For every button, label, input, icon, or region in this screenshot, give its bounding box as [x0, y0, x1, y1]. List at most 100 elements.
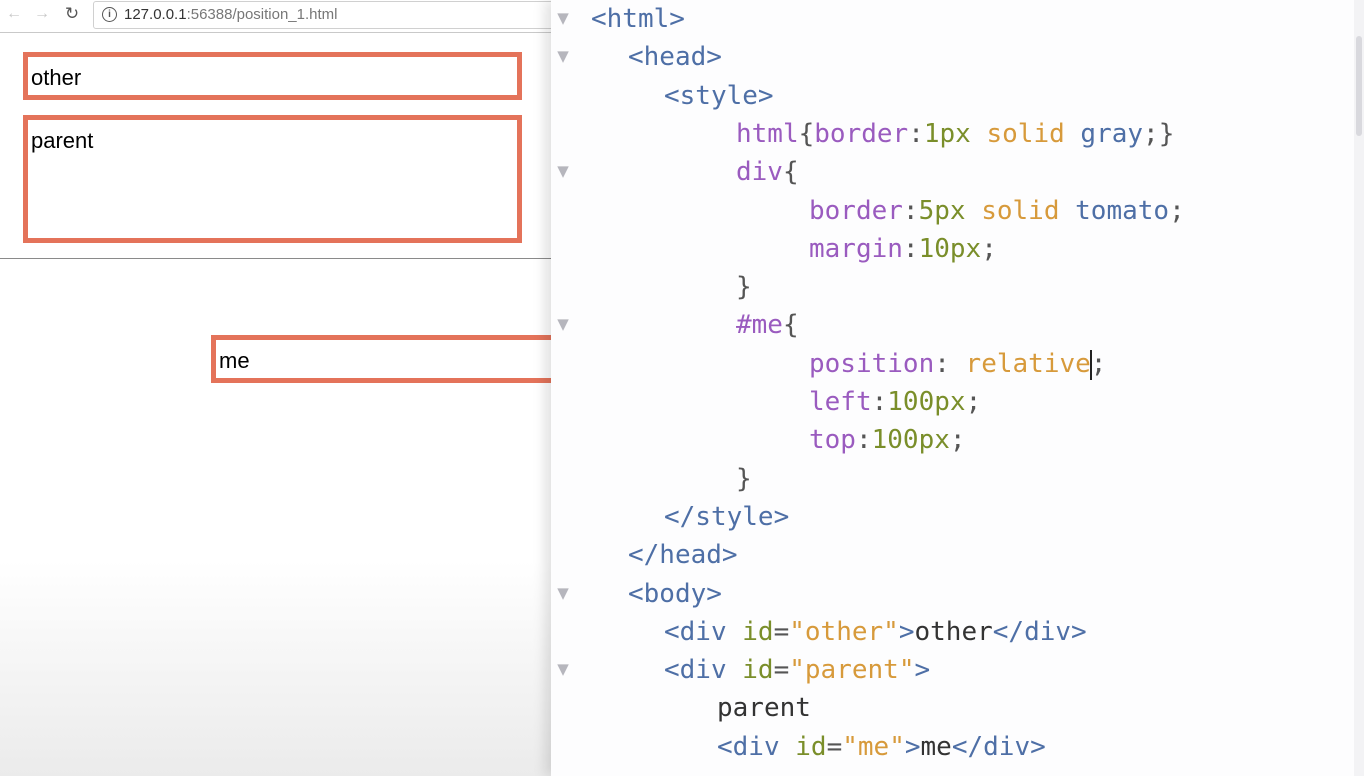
code-token: :: [902, 196, 919, 226]
fold-arrow-icon[interactable]: ▼: [554, 584, 572, 602]
code-token: div: [736, 157, 783, 187]
reload-icon[interactable]: ↻: [62, 4, 82, 24]
code-line[interactable]: }: [736, 460, 1364, 498]
editor-scrollbar[interactable]: [1354, 0, 1364, 776]
code-token: html: [736, 119, 799, 149]
code-token: ;: [981, 234, 997, 264]
code-token: =: [773, 617, 790, 647]
code-token: }: [736, 464, 752, 494]
code-token: tomato: [1075, 196, 1170, 226]
code-token: position: [809, 349, 935, 379]
code-token: >: [914, 655, 931, 685]
code-token: id: [742, 655, 774, 685]
code-line[interactable]: border:5px solid tomato;: [809, 192, 1364, 230]
code-token: parent: [717, 693, 811, 723]
code-line[interactable]: <style>: [664, 77, 1364, 115]
code-token: id: [795, 732, 827, 762]
code-token: relative: [965, 349, 1091, 379]
fold-arrow-icon[interactable]: ▼: [554, 9, 572, 27]
address-bar[interactable]: i 127.0.0.1:56388/position_1.html: [93, 1, 551, 29]
code-token: left: [809, 387, 872, 417]
code-line[interactable]: parent: [717, 689, 1364, 727]
code-token: :: [934, 349, 966, 379]
site-info-icon[interactable]: i: [102, 7, 117, 22]
code-line[interactable]: margin:10px;: [809, 230, 1364, 268]
code-token: ;: [1090, 349, 1107, 379]
code-token: <style>: [664, 81, 774, 111]
parent-div: parent: [23, 115, 522, 243]
code-token: me: [920, 732, 952, 762]
forward-arrow-icon[interactable]: →: [32, 4, 52, 24]
code-token: >: [904, 732, 921, 762]
code-token: :: [871, 387, 888, 417]
url-host: 127.0.0.1: [124, 6, 187, 23]
code-token: <div: [664, 655, 743, 685]
code-token: <head>: [628, 42, 722, 72]
me-div: me: [211, 335, 551, 383]
code-line[interactable]: html{border:1px solid gray;}: [736, 115, 1364, 153]
code-token: ;: [949, 425, 966, 455]
code-line[interactable]: <body>: [628, 575, 1364, 613]
code-token: 1px: [923, 119, 971, 149]
code-token: top: [809, 425, 856, 455]
code-token: "me": [842, 732, 905, 762]
code-token: {: [798, 119, 815, 149]
code-token: =: [773, 655, 790, 685]
code-token: other: [914, 617, 993, 647]
code-line[interactable]: position: relative;: [809, 345, 1364, 383]
code-editor[interactable]: ▼ <html> ▼ <head> <style> html{border:1px sol…: [551, 0, 1364, 776]
code-line[interactable]: </head>: [628, 536, 1364, 574]
code-line[interactable]: div{: [736, 153, 1364, 191]
code-token: </style>: [664, 502, 790, 532]
fold-arrow-icon[interactable]: ▼: [554, 162, 572, 180]
parent-div-label: parent: [31, 128, 94, 153]
code-token: 5px: [918, 196, 966, 226]
code-token: =: [826, 732, 843, 762]
code-line[interactable]: <div id="parent">: [664, 651, 1364, 689]
code-token: id: [742, 617, 774, 647]
code-token: solid: [981, 196, 1060, 226]
editor-scrollbar-thumb[interactable]: [1356, 36, 1362, 136]
code-token: 100px: [871, 425, 950, 455]
code-token: 100px: [887, 387, 966, 417]
code-token: border: [814, 119, 909, 149]
code-token: <html>: [591, 4, 685, 34]
code-line[interactable]: top:100px;: [809, 421, 1364, 459]
browser-window: ← → ↻ i 127.0.0.1:56388/position_1.html …: [0, 0, 551, 776]
url-path: :56388/position_1.html: [186, 6, 338, 23]
code-token: #me: [736, 310, 783, 340]
code-token: <body>: [628, 579, 722, 609]
code-token: :: [902, 234, 919, 264]
code-token: {: [782, 310, 799, 340]
code-token: ;}: [1143, 119, 1175, 149]
code-line[interactable]: <div id="other">other</div>: [664, 613, 1364, 651]
code-token: {: [782, 157, 799, 187]
code-line[interactable]: <div id="me">me</div>: [717, 728, 1364, 766]
fold-arrow-icon[interactable]: ▼: [554, 660, 572, 678]
code-token: :: [855, 425, 872, 455]
code-token: <div: [664, 617, 743, 647]
other-div: other: [23, 52, 522, 100]
url-text[interactable]: 127.0.0.1:56388/position_1.html: [124, 6, 338, 23]
code-token: ;: [965, 387, 982, 417]
code-line[interactable]: #me{: [736, 306, 1364, 344]
fold-arrow-icon[interactable]: ▼: [554, 315, 572, 333]
fold-arrow-icon[interactable]: ▼: [554, 47, 572, 65]
code-line[interactable]: }: [736, 268, 1364, 306]
code-token: "parent": [789, 655, 915, 685]
back-arrow-icon[interactable]: ←: [4, 4, 24, 24]
code-token: </div>: [951, 732, 1046, 762]
code-token: </head>: [628, 540, 738, 570]
code-line[interactable]: left:100px;: [809, 383, 1364, 421]
code-token: solid: [986, 119, 1065, 149]
code-line[interactable]: <html>: [591, 0, 1364, 38]
code-line[interactable]: <head>: [628, 38, 1364, 76]
code-token: border: [809, 196, 903, 226]
code-token: :: [908, 119, 924, 149]
code-token: }: [736, 272, 752, 302]
code-line[interactable]: </style>: [664, 498, 1364, 536]
